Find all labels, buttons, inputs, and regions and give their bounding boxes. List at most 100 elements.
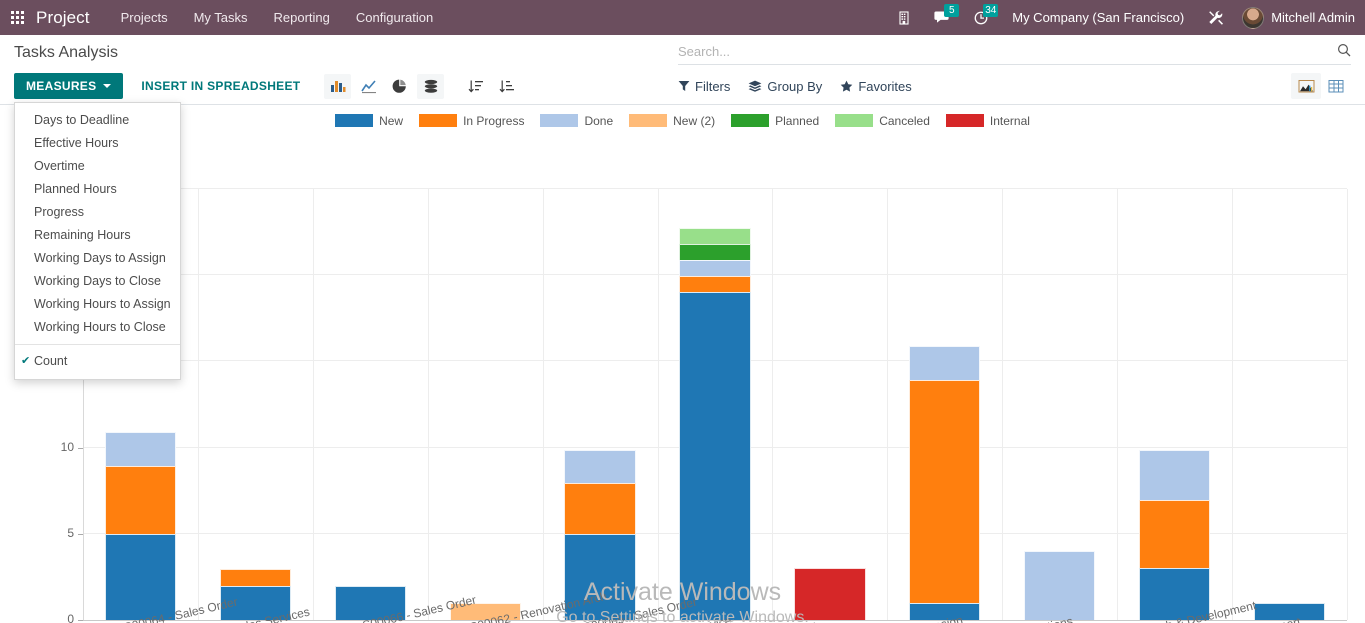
- bar-segment[interactable]: [220, 569, 291, 586]
- measures-button[interactable]: MEASURES: [14, 73, 123, 99]
- bar-stack[interactable]: [679, 229, 750, 620]
- pivot-view-icon[interactable]: [1321, 73, 1351, 99]
- insert-in-spreadsheet-button[interactable]: INSERT IN SPREADSHEET: [141, 79, 300, 93]
- order-button-group: [460, 74, 522, 99]
- measures-dropdown-menu: Days to Deadline Effective Hours Overtim…: [14, 102, 181, 380]
- user-menu[interactable]: Mitchell Admin: [1236, 7, 1355, 29]
- legend-swatch: [335, 114, 373, 127]
- bar-segment[interactable]: [679, 276, 750, 293]
- group-by-dropdown[interactable]: Group By: [748, 79, 822, 94]
- bar-segment[interactable]: [564, 483, 635, 535]
- measure-item-days-to-deadline[interactable]: Days to Deadline: [15, 109, 180, 132]
- legend-swatch: [540, 114, 578, 127]
- control-panel-bottom-row: MEASURES INSERT IN SPREADSHEET: [0, 68, 1365, 104]
- measure-item-remaining-hours[interactable]: Remaining Hours: [15, 224, 180, 247]
- bar-segment[interactable]: [679, 244, 750, 261]
- company-selector[interactable]: My Company (San Francisco): [1000, 10, 1196, 25]
- bar-segment[interactable]: [1139, 500, 1210, 569]
- user-name: Mitchell Admin: [1271, 10, 1355, 25]
- bar-chart-icon[interactable]: [324, 74, 351, 99]
- activity-clock-icon[interactable]: 34: [962, 0, 1000, 35]
- bar-stack[interactable]: [794, 569, 865, 620]
- avatar: [1242, 7, 1264, 29]
- legend-item[interactable]: New: [335, 114, 403, 128]
- chat-bubble-icon[interactable]: 5: [923, 0, 962, 35]
- measure-item-working-hours-to-close[interactable]: Working Hours to Close: [15, 316, 180, 339]
- search-icon[interactable]: [1331, 43, 1351, 60]
- bar-segment[interactable]: [105, 534, 176, 620]
- bar-segment[interactable]: [105, 466, 176, 535]
- measure-item-planned-hours[interactable]: Planned Hours: [15, 178, 180, 201]
- measure-item-overtime[interactable]: Overtime: [15, 155, 180, 178]
- favorites-dropdown[interactable]: Favorites: [840, 79, 911, 94]
- bar-stack[interactable]: [105, 433, 176, 620]
- legend-label: Planned: [775, 114, 819, 128]
- y-tick-label: 10: [28, 440, 74, 454]
- page-title: Tasks Analysis: [14, 38, 118, 68]
- category-separator: [1347, 189, 1348, 620]
- legend-item[interactable]: In Progress: [419, 114, 524, 128]
- nav-menu-projects[interactable]: Projects: [108, 0, 181, 35]
- legend-item[interactable]: Internal: [946, 114, 1030, 128]
- chart-bars: [83, 189, 1347, 620]
- bar-segment[interactable]: [105, 432, 176, 466]
- developer-tools-icon[interactable]: [1196, 0, 1236, 35]
- apps-grid-icon[interactable]: [0, 0, 34, 35]
- filters-dropdown[interactable]: Filters: [678, 79, 730, 94]
- bar-stack[interactable]: [909, 347, 980, 620]
- bar-segment[interactable]: [679, 228, 750, 245]
- measure-item-progress[interactable]: Progress: [15, 201, 180, 224]
- bar-segment[interactable]: [1139, 450, 1210, 502]
- legend-item[interactable]: New (2): [629, 114, 715, 128]
- pie-chart-icon[interactable]: [386, 74, 413, 99]
- enterprise-upgrade-icon[interactable]: [885, 0, 923, 35]
- control-panel: Tasks Analysis MEASURES INSERT IN SPREAD…: [0, 35, 1365, 105]
- bar-stack[interactable]: [1139, 451, 1210, 620]
- measure-item-count[interactable]: ✔ Count: [15, 350, 180, 373]
- control-panel-top-row: Tasks Analysis: [0, 35, 1365, 68]
- bar-segment[interactable]: [794, 568, 865, 620]
- legend-label: Internal: [990, 114, 1030, 128]
- bar-stack[interactable]: [1024, 552, 1095, 620]
- view-switcher: [1291, 73, 1351, 99]
- graph-view-icon[interactable]: [1291, 73, 1321, 99]
- group-by-label: Group By: [767, 79, 822, 94]
- line-chart-icon[interactable]: [355, 74, 382, 99]
- nav-menu-my-tasks[interactable]: My Tasks: [181, 0, 261, 35]
- systray: 5 34 My Company (San Francisco) Mitchell…: [885, 0, 1365, 35]
- check-icon: ✔: [21, 354, 30, 369]
- bar-segment[interactable]: [909, 380, 980, 604]
- y-tick-mark: [78, 620, 83, 621]
- bar-segment[interactable]: [1024, 551, 1095, 620]
- sort-descending-icon[interactable]: [462, 74, 489, 99]
- legend-item[interactable]: Planned: [731, 114, 819, 128]
- legend-label: Done: [584, 114, 613, 128]
- stacked-icon[interactable]: [417, 74, 444, 99]
- nav-menu-reporting[interactable]: Reporting: [261, 0, 343, 35]
- legend-label: Canceled: [879, 114, 930, 128]
- legend-swatch: [731, 114, 769, 127]
- bar-segment[interactable]: [679, 260, 750, 277]
- measure-item-working-hours-to-assign[interactable]: Working Hours to Assign: [15, 293, 180, 316]
- bar-segment[interactable]: [679, 292, 750, 620]
- bar-segment[interactable]: [564, 450, 635, 484]
- legend-item[interactable]: Done: [540, 114, 613, 128]
- layers-icon: [748, 80, 762, 92]
- legend-swatch: [419, 114, 457, 127]
- measure-item-working-days-to-assign[interactable]: Working Days to Assign: [15, 247, 180, 270]
- search-view: [678, 39, 1351, 65]
- nav-menu-configuration[interactable]: Configuration: [343, 0, 446, 35]
- y-tick-label: 5: [28, 526, 74, 540]
- measure-item-working-days-to-close[interactable]: Working Days to Close: [15, 270, 180, 293]
- star-icon: [840, 80, 853, 92]
- measure-item-effective-hours[interactable]: Effective Hours: [15, 132, 180, 155]
- app-brand-title[interactable]: Project: [34, 8, 108, 28]
- sort-ascending-icon[interactable]: [493, 74, 520, 99]
- menu-divider: [15, 344, 180, 345]
- search-input[interactable]: [678, 44, 1331, 59]
- chart-legend: New In Progress Done New (2) Planned Canceled…: [0, 105, 1365, 131]
- favorites-label: Favorites: [858, 79, 911, 94]
- legend-item[interactable]: Canceled: [835, 114, 930, 128]
- bar-segment[interactable]: [909, 346, 980, 380]
- legend-label: New (2): [673, 114, 715, 128]
